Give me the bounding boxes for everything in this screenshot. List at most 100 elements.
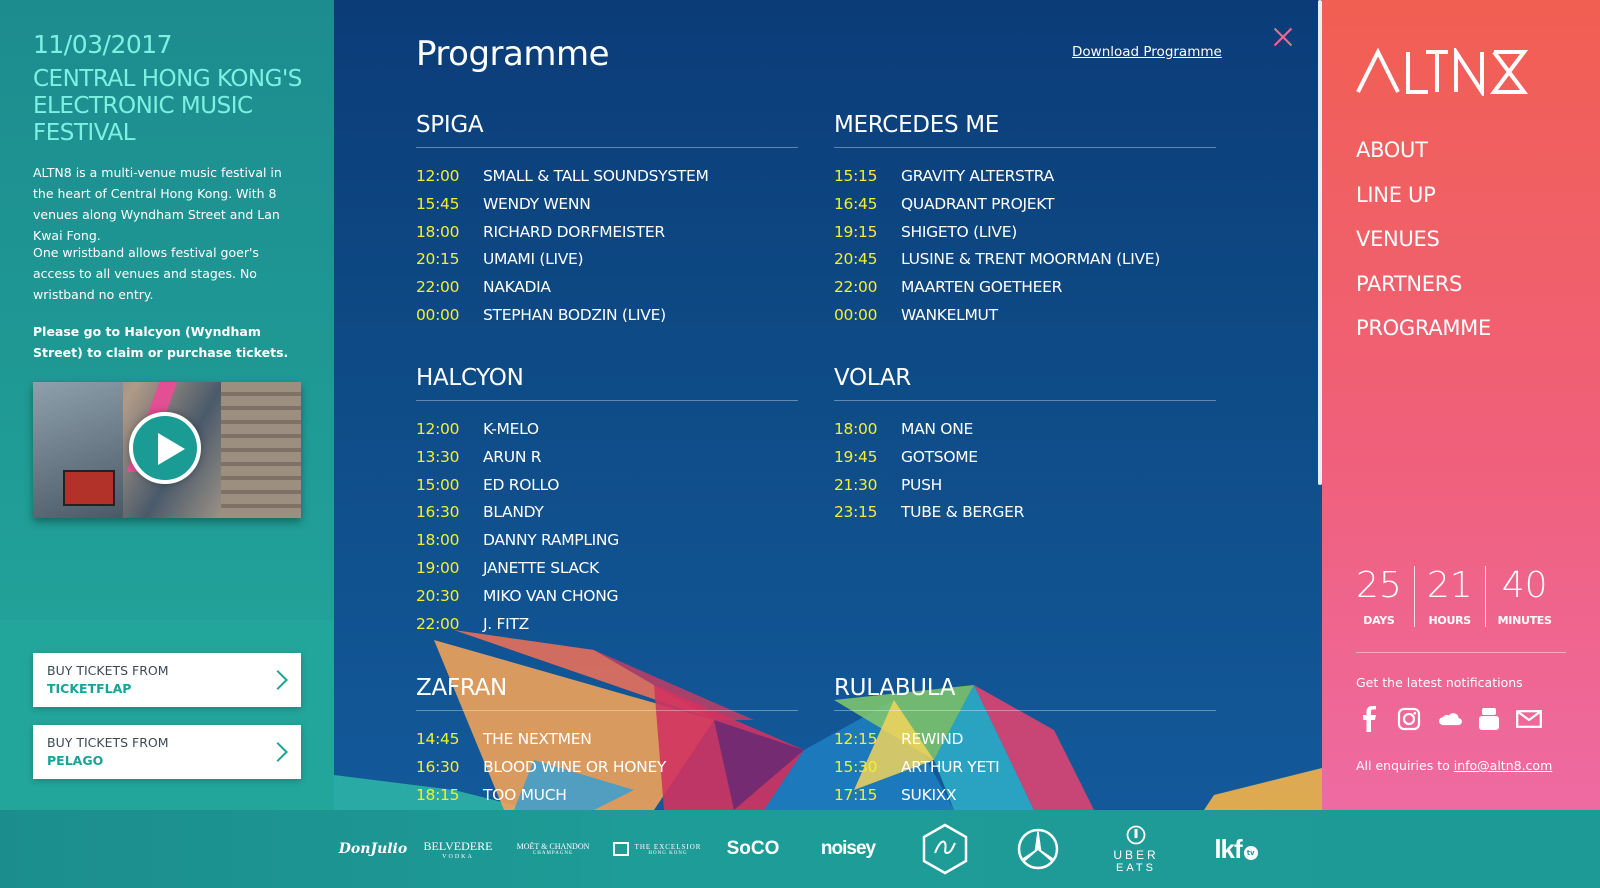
schedule-row: 18:00 RICHARD DORFMEISTER <box>416 222 798 250</box>
slot-time: 19:00 <box>416 558 460 577</box>
slot-artist: ED ROLLO <box>483 475 560 494</box>
menu-item-about[interactable]: ABOUT <box>1356 138 1491 183</box>
sponsor-mercedes-logo[interactable] <box>1014 810 1062 888</box>
slot-time: 15:30 <box>834 757 878 776</box>
promo-video-thumbnail[interactable] <box>33 382 301 518</box>
video-sign <box>63 470 115 506</box>
slot-time: 20:45 <box>834 250 878 269</box>
mail-icon[interactable] <box>1516 706 1542 732</box>
slot-time: 23:15 <box>834 503 878 522</box>
social-links <box>1356 706 1542 732</box>
slot-artist: WENDY WENN <box>483 194 591 213</box>
sponsor-belvedere-logo[interactable]: BELVEDERE VODKA <box>422 810 494 888</box>
countdown-label: HOURS <box>1428 614 1472 627</box>
slot-time: 22:00 <box>416 278 460 297</box>
slot-time: 18:00 <box>416 222 460 241</box>
sponsor-sublabel: EATS <box>1116 861 1156 874</box>
schedule-row: 20:15 UMAMI (LIVE) <box>416 249 798 277</box>
slot-artist: RICHARD DORFMEISTER <box>483 222 665 241</box>
schedule-row: 18:00 MAN ONE <box>834 419 1216 447</box>
sponsor-sublabel: tv <box>1243 846 1258 860</box>
uber-eats-icon <box>1126 825 1146 844</box>
ticket-vendor-label: PELAGO <box>47 753 104 768</box>
slot-time: 19:15 <box>834 222 878 241</box>
sponsor-hivelife-logo[interactable] <box>918 810 972 888</box>
schedule-row: 18:15 TOO MUCH <box>416 785 798 810</box>
slot-artist: BLOOD WINE OR HONEY <box>483 757 667 776</box>
download-programme-link[interactable]: Download Programme <box>1072 44 1222 60</box>
slot-artist: LUSINE & TRENT MOORMAN (LIVE) <box>901 250 1161 269</box>
festival-headline: CENTRAL HONG KONG'S ELECTRONIC MUSIC FES… <box>33 66 302 146</box>
slot-artist: GRAVITY ALTERSTRA <box>901 167 1054 185</box>
play-icon[interactable] <box>129 412 201 484</box>
slot-artist: SMALL & TALL SOUNDSYSTEM <box>483 167 709 185</box>
schedule-row: 15:00 ED ROLLO <box>416 475 798 503</box>
sponsor-excelsior-logo[interactable]: THE EXCELSIOR HONG KONG <box>608 810 706 888</box>
wristband-info: One wristband allows festival goer's acc… <box>33 245 259 302</box>
youtube-icon[interactable] <box>1476 706 1502 732</box>
menu-item-venues[interactable]: VENUES <box>1356 227 1491 272</box>
countdown-minutes: 40 MINUTES <box>1484 565 1564 627</box>
enquiry-line: All enquiries to info@altn8.com <box>1356 758 1552 773</box>
altn8-logo[interactable] <box>1356 48 1528 96</box>
venue-name: RULABULA <box>834 675 1216 711</box>
countdown-value: 40 <box>1501 565 1548 606</box>
schedule-row: 22:00 MAARTEN GOETHEER <box>834 277 1216 305</box>
buy-tickets-pelago-button[interactable]: BUY TICKETS FROM PELAGO <box>33 725 301 779</box>
venue-halcyon: HALCYON 12:00 K-MELO 13:30 ARUN R 15:00 ED … <box>416 365 798 641</box>
schedule-row: 16:45 QUADRANT PROJEKT <box>834 194 1216 222</box>
slot-time: 17:15 <box>834 785 878 804</box>
sponsor-text: THE EXCELSIOR HONG KONG <box>635 843 702 856</box>
sponsor-noisey-logo[interactable]: noisey <box>812 810 884 888</box>
schedule-row: 00:00 WANKELMUT <box>834 305 1216 333</box>
facebook-icon[interactable] <box>1356 706 1382 732</box>
menu-item-partners[interactable]: PARTNERS <box>1356 272 1491 317</box>
sponsor-soco-logo[interactable]: SoCO <box>722 810 784 888</box>
instagram-icon[interactable] <box>1396 706 1422 732</box>
sponsor-moet-chandon-logo[interactable]: MOËT & CHANDON CHAMPAGNE <box>512 810 594 888</box>
sponsor-footer: DonJulio BELVEDERE VODKA MOËT & CHANDON … <box>0 810 1600 888</box>
schedule-row: 18:00 DANNY RAMPLING <box>416 530 798 558</box>
schedule-row: 20:45 LUSINE & TRENT MOORMAN (LIVE) <box>834 249 1216 277</box>
schedule-row: 22:00 NAKADIA <box>416 277 798 305</box>
sponsor-label: BELVEDERE <box>423 838 493 853</box>
countdown-days: 25 DAYS <box>1356 566 1414 628</box>
sponsor-donjulio-logo[interactable]: DonJulio <box>339 810 407 888</box>
schedule-row: 12:00 K-MELO <box>416 419 798 447</box>
sponsor-sublabel: HONG KONG <box>648 850 688 856</box>
menu-item-programme[interactable]: PROGRAMME <box>1356 316 1491 361</box>
sponsor-label: lkf <box>1214 833 1242 864</box>
schedule-row: 20:30 MIKO VAN CHONG <box>416 586 798 614</box>
sponsor-label: noisey <box>820 838 876 859</box>
notifications-label: Get the latest notifications <box>1356 675 1523 690</box>
event-date: 11/03/2017 <box>33 30 173 59</box>
venue-name: MERCEDES ME <box>834 112 1216 148</box>
slot-artist: THE NEXTMEN <box>483 730 592 748</box>
slot-artist: TOO MUCH <box>483 785 567 804</box>
menu-item-line-up[interactable]: LINE UP <box>1356 183 1491 228</box>
sponsor-lkf-tv-logo[interactable]: lkf tv <box>1206 810 1266 888</box>
slot-artist: BLANDY <box>483 503 544 522</box>
venue-name: VOLAR <box>834 365 1216 401</box>
slot-artist: REWIND <box>901 730 964 748</box>
slot-time: 15:00 <box>416 475 460 494</box>
schedule-row: 21:30 PUSH <box>834 475 1216 503</box>
slot-time: 12:00 <box>416 420 460 438</box>
schedule-row: 15:15 GRAVITY ALTERSTRA <box>834 166 1216 194</box>
slot-artist: DANNY RAMPLING <box>483 531 619 550</box>
venue-zafran: ZAFRAN 14:45 THE NEXTMEN 16:30 BLOOD WINE … <box>416 675 798 810</box>
schedule-row: 19:15 SHIGETO (LIVE) <box>834 222 1216 250</box>
sponsor-uber-eats-logo[interactable]: UBER EATS <box>1108 810 1164 888</box>
sponsor-label: SoCO <box>726 838 780 859</box>
sponsor-label: THE EXCELSIOR <box>634 842 702 851</box>
slot-time: 00:00 <box>834 305 878 324</box>
slot-time: 15:45 <box>416 194 460 213</box>
close-icon[interactable] <box>1272 26 1294 48</box>
slot-time: 18:00 <box>834 420 878 438</box>
soundcloud-icon[interactable] <box>1436 706 1462 732</box>
slot-time: 19:45 <box>834 447 878 466</box>
slot-time: 12:00 <box>416 167 460 185</box>
enquiry-email-link[interactable]: info@altn8.com <box>1454 758 1553 773</box>
slot-artist: JANETTE SLACK <box>483 558 599 577</box>
buy-tickets-ticketflap-button[interactable]: BUY TICKETS FROM TICKETFLAP <box>33 653 301 707</box>
